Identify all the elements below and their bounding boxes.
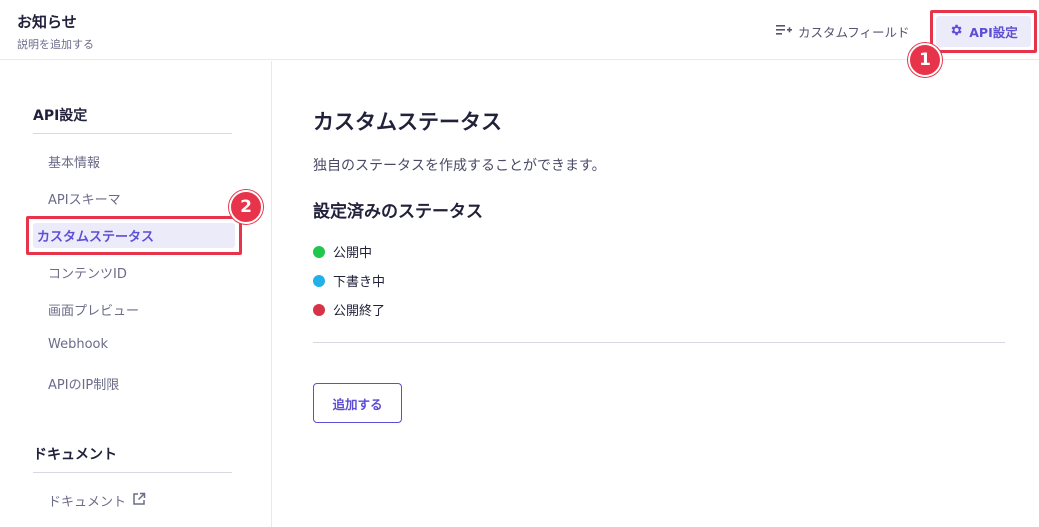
status-dot-icon [313, 274, 325, 287]
api-settings-button[interactable]: API設定 [936, 16, 1031, 47]
settings-sidebar: API設定 基本情報 APIスキーマ カスタムステータス コンテンツID 画面プ… [0, 61, 272, 527]
custom-status-highlight: カスタムステータス [26, 216, 242, 255]
api-settings-highlight: API設定 [930, 10, 1037, 53]
sidebar-item-custom-status[interactable]: カスタムステータス [33, 223, 235, 248]
sidebar-heading-api-settings: API設定 [33, 108, 88, 124]
status-dot-icon [313, 303, 325, 316]
configured-status-heading: 設定済みのステータス [313, 202, 483, 222]
custom-field-button[interactable]: カスタムフィールド [776, 21, 910, 41]
sidebar-divider [33, 133, 232, 134]
status-item-draft: 下書き中 [313, 271, 385, 290]
status-item-published: 公開中 [313, 242, 372, 261]
sidebar-item-content-id[interactable]: コンテンツID [48, 263, 127, 282]
section-description: 独自のステータスを作成することができます。 [313, 158, 606, 174]
main-content: カスタムステータス 独自のステータスを作成することができます。 設定済みのステー… [273, 61, 1039, 527]
sidebar-item-api-schema[interactable]: APIスキーマ [48, 189, 121, 208]
api-settings-label: API設定 [969, 25, 1018, 40]
sidebar-item-screen-preview[interactable]: 画面プレビュー [48, 300, 139, 319]
gear-icon [949, 23, 963, 40]
section-page-title: カスタムステータス [313, 110, 502, 134]
sidebar-item-basic-info[interactable]: 基本情報 [48, 152, 100, 171]
sidebar-item-webhook[interactable]: Webhook [48, 337, 108, 352]
step-badge-2: 2 [229, 190, 263, 224]
add-status-button[interactable]: 追加する [313, 383, 402, 423]
status-dot-icon [313, 245, 325, 258]
add-list-icon [776, 24, 792, 39]
content-divider [313, 342, 1005, 343]
status-item-closed: 公開終了 [313, 300, 385, 319]
sidebar-item-documents-link[interactable]: ドキュメント [48, 491, 146, 510]
sidebar-item-ip-restriction[interactable]: APIのIP制限 [48, 374, 119, 393]
sidebar-divider [33, 472, 232, 473]
header-bar: お知らせ 説明を追加する カスタムフィールド API設定 [0, 0, 1039, 60]
sidebar-heading-documents: ドキュメント [33, 447, 117, 463]
page-title: お知らせ [17, 13, 77, 31]
external-link-icon [132, 492, 146, 510]
custom-field-label: カスタムフィールド [798, 24, 910, 40]
add-description-link[interactable]: 説明を追加する [17, 36, 94, 52]
